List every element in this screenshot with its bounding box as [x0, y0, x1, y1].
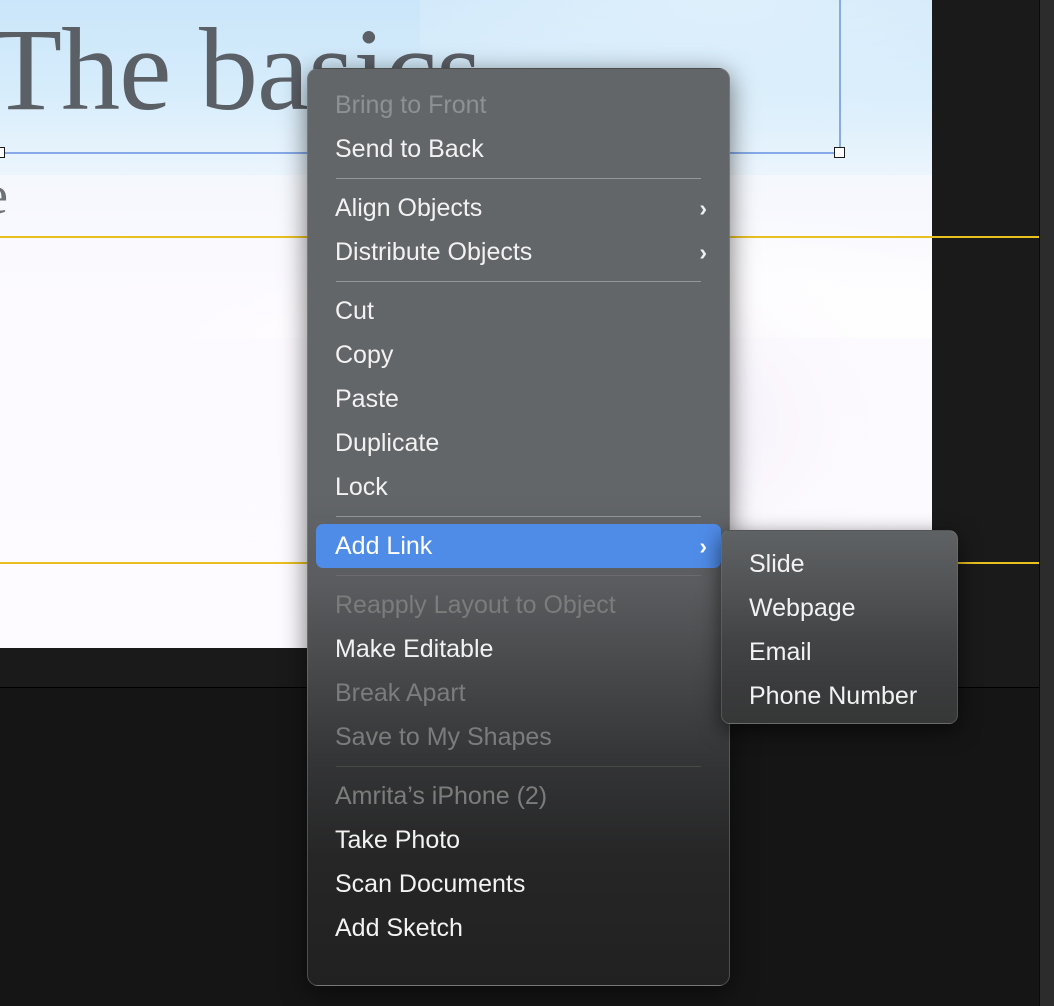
menu-item-save-to-my-shapes: Save to My Shapes — [308, 715, 729, 759]
menu-item-label: Reapply Layout to Object — [335, 591, 616, 619]
menu-item-break-apart: Break Apart — [308, 671, 729, 715]
alignment-guide-blue-vertical — [839, 0, 841, 153]
menu-item-label: Amrita’s iPhone (2) — [335, 782, 548, 810]
menu-separator — [336, 516, 701, 517]
menu-item-bring-to-front: Bring to Front — [308, 83, 729, 127]
chevron-right-icon: › — [699, 533, 707, 559]
menu-item-copy[interactable]: Copy — [308, 333, 729, 377]
submenu-item-webpage[interactable]: Webpage — [722, 586, 957, 630]
menu-item-reapply-layout-to-object: Reapply Layout to Object — [308, 583, 729, 627]
submenu-item-label: Phone Number — [749, 682, 918, 710]
menu-item-add-link[interactable]: Add Link › — [316, 524, 721, 568]
submenu-item-slide[interactable]: Slide — [722, 542, 957, 586]
add-link-submenu[interactable]: Slide Webpage Email Phone Number — [721, 530, 958, 724]
menu-item-label: Duplicate — [335, 429, 440, 457]
menu-item-align-objects[interactable]: Align Objects › — [308, 186, 729, 230]
menu-item-label: Cut — [335, 297, 374, 325]
menu-item-label: Break Apart — [335, 679, 466, 707]
menu-item-label: Lock — [335, 473, 388, 501]
selection-handle-right[interactable] — [834, 147, 845, 158]
menu-item-label: Take Photo — [335, 826, 461, 854]
menu-item-label: Send to Back — [335, 135, 484, 163]
menu-item-paste[interactable]: Paste — [308, 377, 729, 421]
menu-item-label: Align Objects — [335, 194, 483, 222]
menu-separator — [336, 575, 701, 576]
menu-item-label: Add Link — [335, 532, 433, 560]
menu-item-label: Save to My Shapes — [335, 723, 552, 751]
menu-separator — [336, 766, 701, 767]
submenu-item-email[interactable]: Email — [722, 630, 957, 674]
menu-item-make-editable[interactable]: Make Editable — [308, 627, 729, 671]
submenu-item-label: Webpage — [749, 594, 856, 622]
selection-handle-left[interactable] — [0, 147, 5, 158]
chevron-right-icon: › — [699, 195, 707, 221]
submenu-item-label: Slide — [749, 550, 805, 578]
menu-item-add-sketch[interactable]: Add Sketch — [308, 906, 729, 950]
menu-separator — [336, 178, 701, 179]
menu-item-distribute-objects[interactable]: Distribute Objects › — [308, 230, 729, 274]
context-menu[interactable]: Bring to Front Send to Back Align Objects ›… — [307, 68, 730, 986]
app-window: The basics e Bring to FrontSend to BackA… — [0, 0, 1054, 1006]
menu-item-label: Bring to Front — [335, 91, 487, 119]
right-inspector-panel — [1040, 0, 1054, 1006]
menu-separator — [336, 281, 701, 282]
menu-item-label: Copy — [335, 341, 394, 369]
menu-item-duplicate[interactable]: Duplicate — [308, 421, 729, 465]
submenu-item-label: Email — [749, 638, 812, 666]
submenu-item-phone-number[interactable]: Phone Number — [722, 674, 957, 718]
menu-item-lock[interactable]: Lock — [308, 465, 729, 509]
menu-item-label: Add Sketch — [335, 914, 463, 942]
menu-item-scan-documents[interactable]: Scan Documents — [308, 862, 729, 906]
chevron-right-icon: › — [699, 239, 707, 265]
menu-item-send-to-back[interactable]: Send to Back — [308, 127, 729, 171]
menu-item-take-photo[interactable]: Take Photo — [308, 818, 729, 862]
menu-item-amrita-s-iphone-2: Amrita’s iPhone (2) — [308, 774, 729, 818]
menu-item-cut[interactable]: Cut — [308, 289, 729, 333]
slide-subtitle-text[interactable]: e — [0, 168, 8, 222]
menu-item-label: Paste — [335, 385, 399, 413]
menu-item-label: Scan Documents — [335, 870, 526, 898]
menu-item-label: Make Editable — [335, 635, 494, 663]
menu-item-label: Distribute Objects — [335, 238, 533, 266]
